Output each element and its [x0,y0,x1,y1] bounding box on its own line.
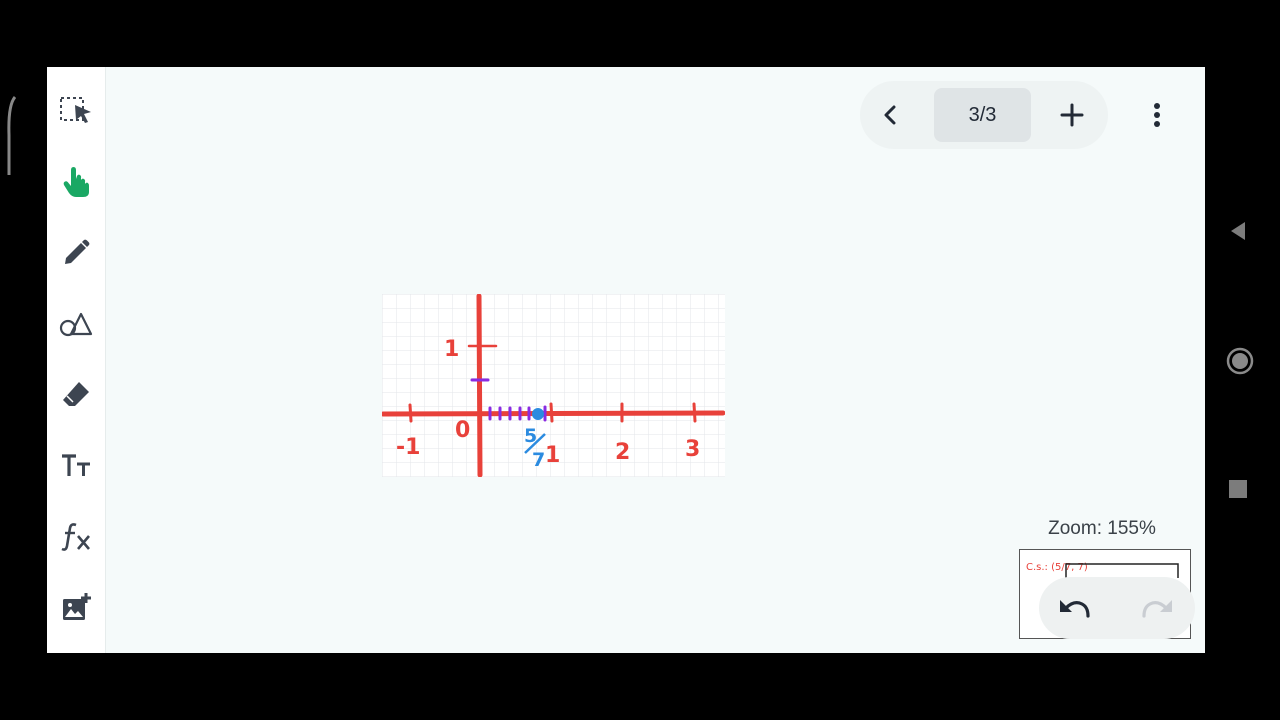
text-size-icon [62,454,90,476]
select-tool-button[interactable] [56,91,96,131]
redo-icon [1142,600,1172,618]
point-five-sevenths [532,408,544,420]
system-back-button[interactable] [1226,219,1250,243]
recents-icon [1229,480,1247,498]
fraction-denominator: 7 [532,449,545,471]
x-label-2: 2 [615,440,630,465]
page-navigator: 3/3 [860,81,1108,149]
x-label-1: 1 [545,443,560,468]
image-tool-button[interactable] [56,588,96,628]
x-label-minus-1: -1 [396,435,420,460]
add-image-icon [63,593,91,620]
system-recents-button[interactable] [1226,477,1250,501]
pencil-icon [65,239,90,264]
pen-tool-button[interactable] [56,233,96,273]
zoom-level: Zoom: 155% [1048,518,1156,539]
chevron-left-icon [884,105,896,125]
pan-tool-button[interactable] [56,162,96,202]
system-navigation-bar [1205,67,1280,653]
text-tool-button[interactable] [56,446,96,486]
eraser-icon [63,382,89,406]
function-tool-button[interactable] [56,517,96,557]
previous-page-button[interactable] [868,93,912,137]
hand-icon [63,167,89,197]
whiteboard-app: 1 -1 0 1 2 3 5 7 3/3 Zoom: 155% C.s.: (5… [47,67,1205,653]
add-page-button[interactable] [1050,93,1094,137]
x-label-3: 3 [685,437,700,462]
x-label-0: 0 [455,418,470,443]
lasso-select-icon [60,97,91,123]
tool-sidebar [47,67,106,653]
page-indicator[interactable]: 3/3 [934,88,1031,142]
back-icon [1231,222,1245,240]
home-icon [1226,347,1254,375]
history-controls [1039,577,1195,639]
undo-icon [1060,600,1090,618]
number-line-drawing: 1 -1 0 1 2 3 5 7 [382,294,725,477]
system-home-button[interactable] [1226,347,1254,375]
edge-handle[interactable] [6,95,17,177]
shapes-icon [59,312,93,337]
eraser-tool-button[interactable] [56,375,96,415]
shapes-tool-button[interactable] [56,304,96,344]
more-options-button[interactable] [1135,93,1179,137]
function-icon [61,523,90,551]
plus-icon [1060,103,1084,127]
fraction-numerator: 5 [524,425,537,447]
redo-button[interactable] [1135,586,1179,630]
y-label-1: 1 [444,337,459,362]
more-vert-icon [1154,103,1160,127]
undo-button[interactable] [1053,586,1097,630]
